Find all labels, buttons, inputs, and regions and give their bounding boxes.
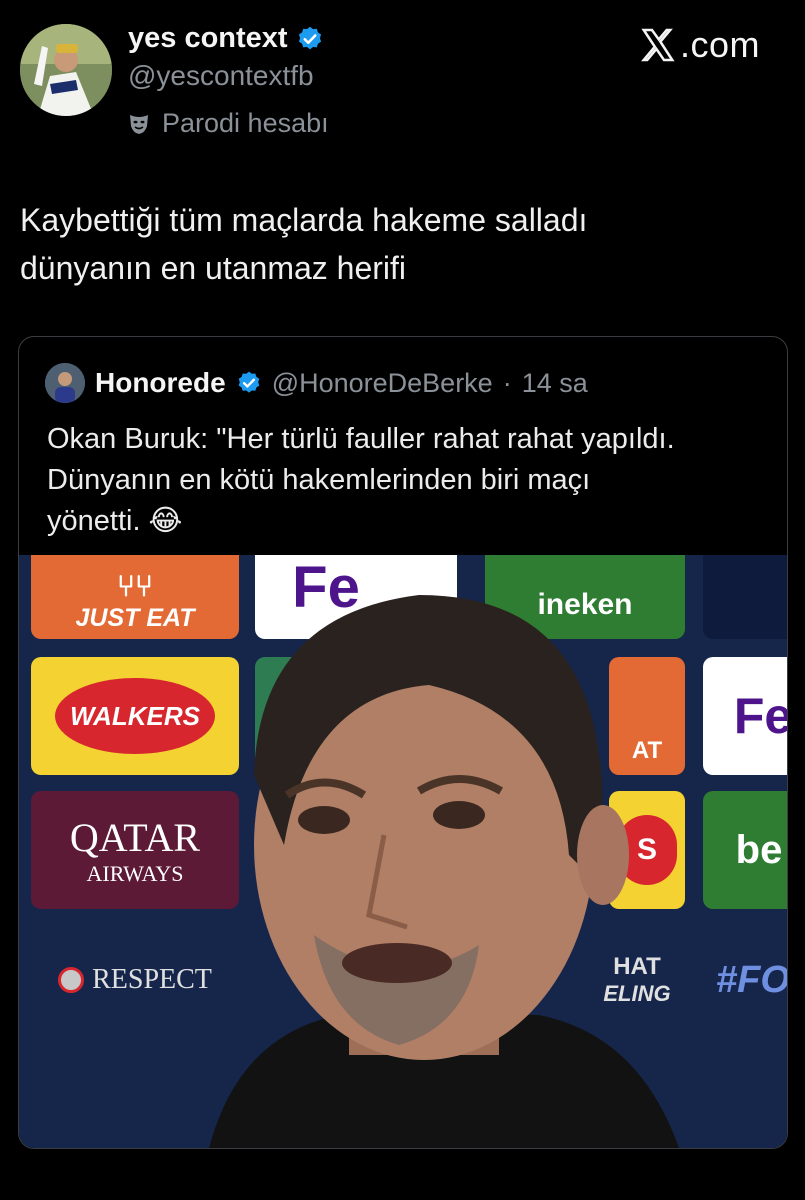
parody-label-row: Parodi hesabı	[128, 108, 329, 139]
author-handle[interactable]: @yescontextfb	[128, 60, 314, 92]
brand-domain: .com	[680, 24, 761, 65]
quoted-author-handle[interactable]: @HonoreDeBerke	[272, 368, 493, 399]
tweet-text: Kaybettiği tüm maçlarda hakeme salladı d…	[20, 202, 588, 286]
person-figure	[209, 595, 679, 1148]
author-name[interactable]: yes context	[128, 22, 288, 55]
quoted-header: Honorede @HonoreDeBerke · 14 sa	[45, 363, 588, 403]
parody-label: Parodi hesabı	[162, 108, 329, 138]
verified-badge-icon	[298, 26, 321, 49]
avatar-photo-icon	[20, 24, 112, 116]
tweet-header: yes context @yescontextfb Parodi hesabı …	[0, 0, 805, 160]
quoted-media-image[interactable]: ⑂⑂ JUST EAT Fe ineken WALKERS AT Fe QATA…	[19, 555, 787, 1148]
x-brand: .com	[638, 24, 760, 66]
quoted-text: Okan Buruk: "Her türlü fauller rahat rah…	[47, 423, 675, 537]
quoted-separator: ·	[502, 367, 512, 398]
author-avatar[interactable]	[20, 24, 112, 116]
quoted-avatar[interactable]	[45, 363, 85, 403]
quoted-timestamp[interactable]: 14 sa	[522, 368, 588, 399]
quoted-tweet[interactable]: Honorede @HonoreDeBerke · 14 sa Okan Bur…	[18, 336, 788, 1149]
quoted-verified-badge-icon	[238, 371, 259, 393]
quoted-avatar-photo-icon	[45, 363, 85, 403]
x-logo-icon	[641, 28, 675, 62]
quoted-author-name[interactable]: Honorede	[95, 367, 226, 399]
mask-icon	[130, 114, 148, 134]
